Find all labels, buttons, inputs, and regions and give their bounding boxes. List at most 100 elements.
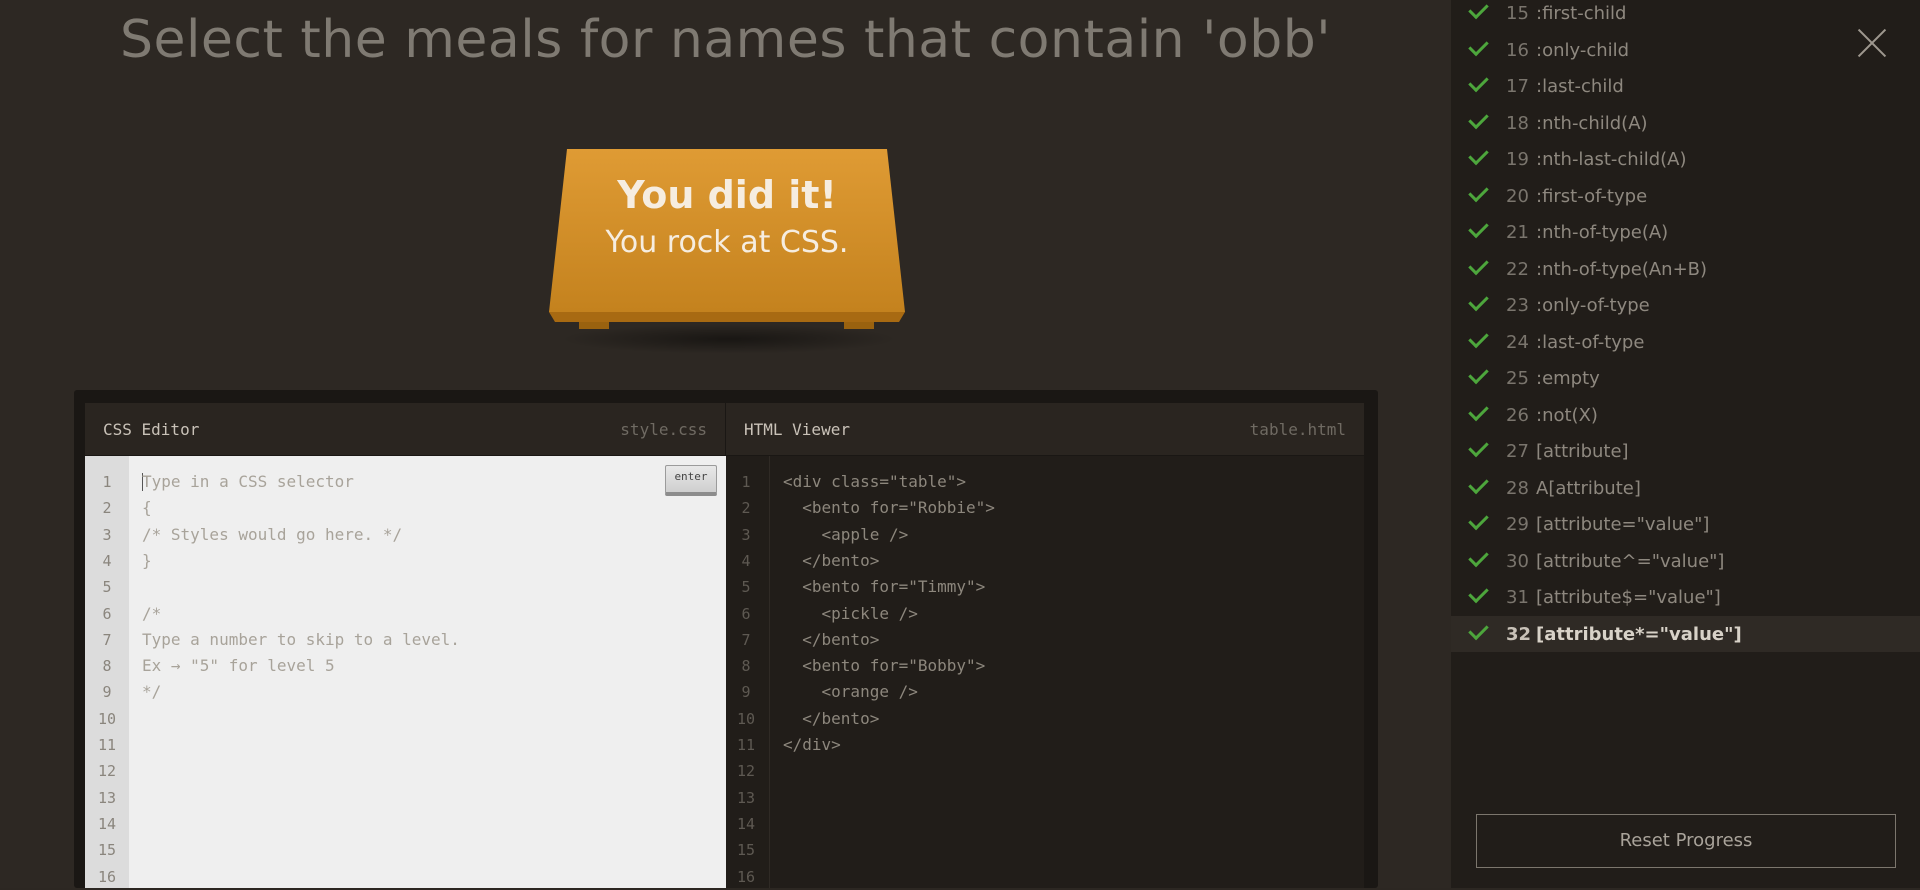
level-item-21[interactable]: 21 :nth-of-type(A) <box>1451 214 1920 250</box>
close-icon[interactable] <box>1855 26 1889 60</box>
level-item-32[interactable]: 32 [attribute*="value"] <box>1451 615 1920 652</box>
line-number: 5 <box>102 578 112 597</box>
level-number: 27 <box>1506 441 1529 462</box>
table-leg-left <box>579 321 609 329</box>
check-icon <box>1468 582 1489 604</box>
level-item-18[interactable]: 18 :nth-child(A) <box>1451 105 1920 141</box>
html-code-line[interactable]: <orange /> <box>783 679 918 705</box>
check-icon <box>1468 254 1489 275</box>
line-number: 6 <box>741 604 751 623</box>
level-item-27[interactable]: 27 [attribute] <box>1451 433 1920 469</box>
line-number: 14 <box>97 814 117 833</box>
css-code-line: /* <box>142 603 162 623</box>
css-code-line: /* Styles would go here. */ <box>142 524 403 544</box>
level-item-17[interactable]: 17:last-child <box>1451 68 1920 104</box>
win-message-title: You did it! <box>617 173 837 217</box>
line-number: 3 <box>741 525 751 544</box>
level-selector-label: A[attribute] <box>1536 477 1641 499</box>
level-item-16[interactable]: 16:only-child <box>1451 32 1920 68</box>
html-code-line[interactable]: </bento> <box>783 548 879 574</box>
html-code-line[interactable]: </bento> <box>783 627 879 653</box>
line-number: 2 <box>741 499 751 518</box>
check-icon <box>1468 0 1489 20</box>
check-icon <box>1468 436 1489 458</box>
line-number: 15 <box>97 841 117 860</box>
html-viewer-header: HTML Viewer table.html <box>726 403 1364 455</box>
level-item-29[interactable]: 29 [attribute="value"] <box>1451 506 1920 542</box>
check-icon <box>1468 217 1489 239</box>
level-number: 16 <box>1506 39 1529 61</box>
html-code-line[interactable]: <div class="table"> <box>783 469 966 495</box>
css-code-line: Ex → "5" for level 5 <box>142 656 335 676</box>
css-code-line: Type a number to skip to a level. <box>142 629 460 649</box>
line-number: 7 <box>741 630 751 649</box>
level-selector-label: :only-of-type <box>1536 295 1650 316</box>
level-item-22[interactable]: 22:nth-of-type(An+B) <box>1451 251 1920 287</box>
level-instruction: Select the meals for names that contain … <box>119 10 1332 70</box>
line-number: 1 <box>741 473 751 491</box>
level-item-30[interactable]: 30 [attribute^="value"] <box>1451 543 1920 579</box>
level-item-24[interactable]: 24:last-of-type <box>1451 324 1920 360</box>
level-selector-label: :nth-child(A) <box>1536 112 1648 134</box>
level-number: 19 <box>1506 149 1529 170</box>
level-item-15[interactable]: 15:first-child <box>1451 0 1920 31</box>
line-number: 8 <box>741 657 751 676</box>
line-number: 10 <box>97 709 117 728</box>
line-number: 9 <box>102 683 112 702</box>
html-viewer-filename: table.html <box>1249 420 1346 439</box>
line-number: 1 <box>102 473 112 491</box>
level-selector-label: [attribute^="value"] <box>1536 550 1725 572</box>
level-number: 21 <box>1506 222 1529 243</box>
game-area: Select the meals for names that contain … <box>0 0 1451 888</box>
line-number: 11 <box>736 736 756 754</box>
html-code-line[interactable]: </bento> <box>783 706 879 732</box>
enter-button[interactable]: enter <box>665 465 717 496</box>
level-item-26[interactable]: 26:not(X) <box>1451 397 1920 433</box>
level-selector-label: :first-child <box>1536 3 1627 24</box>
check-icon <box>1468 181 1489 202</box>
level-selector-label: [attribute$="value"] <box>1536 587 1721 608</box>
check-icon <box>1468 363 1489 385</box>
css-editor-title: CSS Editor <box>103 420 200 439</box>
level-item-31[interactable]: 31 [attribute$="value"] <box>1451 579 1920 615</box>
line-number: 6 <box>102 604 112 623</box>
level-sidebar: 15:first-child 16:only-child 17:last-child… <box>1451 0 1920 888</box>
level-number: 25 <box>1506 368 1529 389</box>
level-item-19[interactable]: 19:nth-last-child(A) <box>1451 141 1920 177</box>
html-code-line[interactable]: </div> <box>783 732 841 758</box>
html-code-line[interactable]: <bento for="Robbie"> <box>783 495 995 521</box>
css-selector-input[interactable]: Type in a CSS selector <box>142 469 354 495</box>
html-code-line[interactable]: <bento for="Bobby"> <box>783 653 985 679</box>
line-number: 9 <box>741 683 751 702</box>
check-icon <box>1468 473 1489 494</box>
level-selector-label: [attribute*="value"] <box>1536 623 1742 645</box>
level-item-25[interactable]: 25:empty <box>1451 360 1920 396</box>
level-item-28[interactable]: 28 A[attribute] <box>1451 470 1920 506</box>
line-number: 16 <box>736 867 756 886</box>
check-icon <box>1468 619 1489 640</box>
line-number: 15 <box>736 841 756 860</box>
level-number: 26 <box>1506 404 1529 426</box>
html-code-line[interactable]: <bento for="Timmy"> <box>783 574 985 600</box>
check-icon <box>1468 108 1489 129</box>
check-icon <box>1468 71 1489 93</box>
html-code-line[interactable]: <apple /> <box>783 522 909 548</box>
level-number: 24 <box>1506 331 1529 353</box>
html-code-line[interactable]: <pickle /> <box>783 601 918 627</box>
level-number: 23 <box>1506 295 1529 316</box>
level-number: 18 <box>1506 112 1529 134</box>
level-number: 31 <box>1506 587 1529 608</box>
level-number: 22 <box>1506 258 1529 280</box>
level-item-23[interactable]: 23 :only-of-type <box>1451 287 1920 323</box>
level-selector-label: :first-of-type <box>1536 185 1648 207</box>
level-number: 29 <box>1506 514 1529 535</box>
level-item-20[interactable]: 20:first-of-type <box>1451 178 1920 214</box>
level-selector-label: :last-child <box>1536 76 1624 97</box>
line-number: 3 <box>102 525 112 544</box>
level-selector-label: :nth-of-type(A) <box>1536 222 1669 243</box>
table-leg-right <box>844 321 874 329</box>
line-number: 4 <box>741 551 751 570</box>
reset-progress-button[interactable]: Reset Progress <box>1476 814 1896 868</box>
level-selector-label: [attribute="value"] <box>1536 514 1710 535</box>
html-line-gutter: 1 2 3 4 5 6 7 8 9 10 11 12 13 14 15 16 <box>726 456 770 888</box>
